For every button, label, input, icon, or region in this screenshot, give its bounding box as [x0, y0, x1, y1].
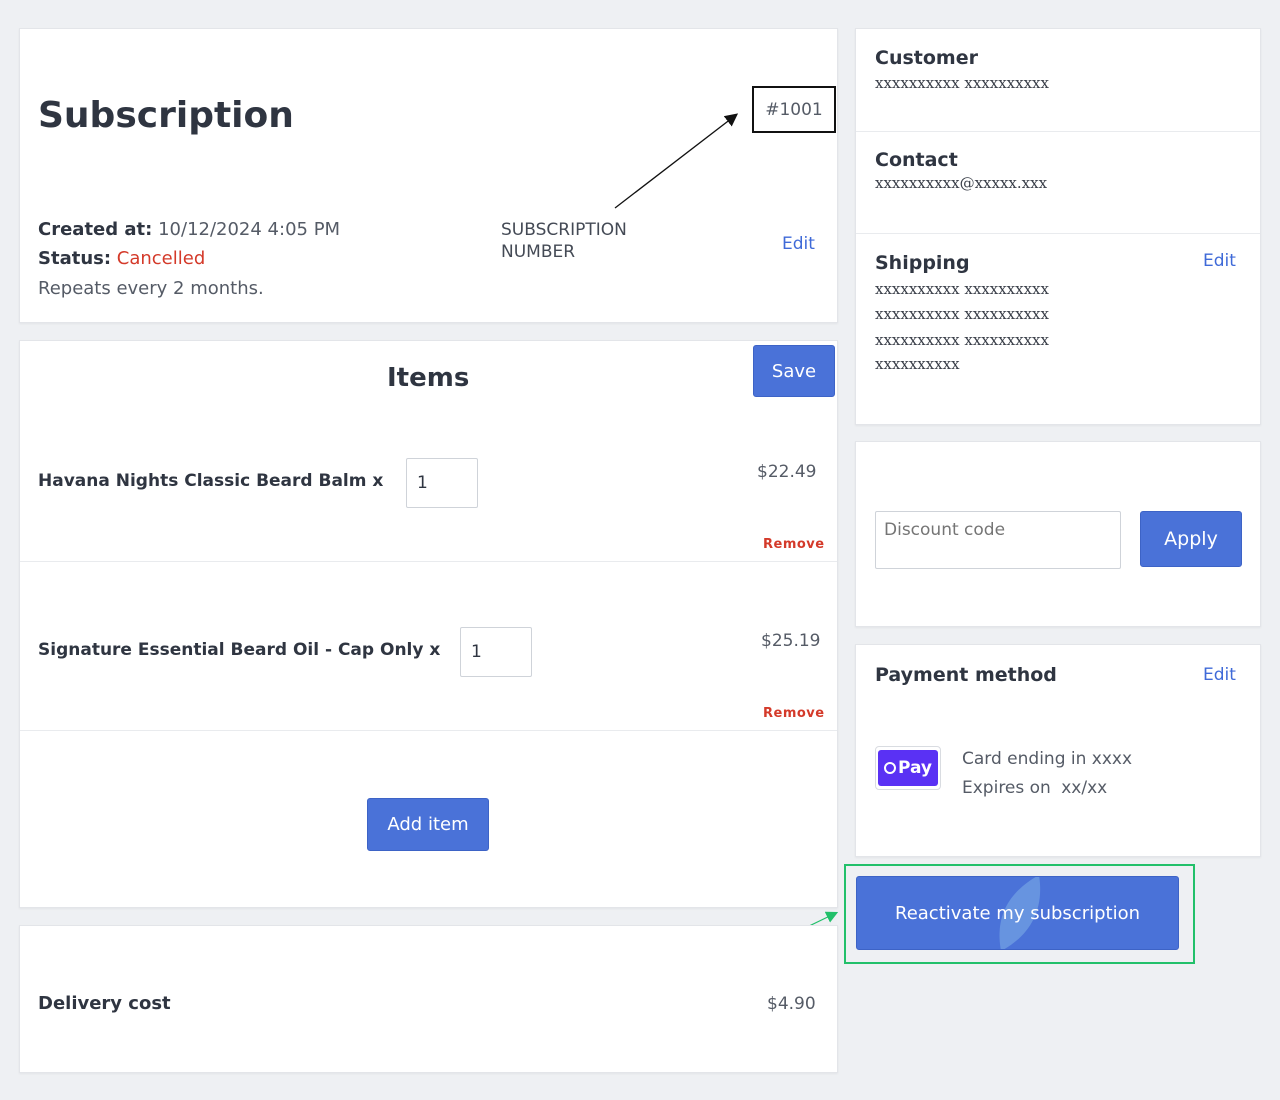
shipping-edit-link[interactable]: Edit: [1203, 251, 1236, 271]
discount-code-input[interactable]: [875, 511, 1121, 569]
shipping-line: xxxxxxxxxx xxxxxxxxxx: [875, 280, 1049, 298]
customer-divider: [856, 131, 1260, 132]
add-item-button[interactable]: Add item: [367, 798, 489, 851]
items-card: Items Save Havana Nights Classic Beard B…: [19, 340, 838, 908]
remove-item-link[interactable]: Remove: [763, 537, 825, 552]
remove-item-link[interactable]: Remove: [763, 706, 825, 721]
opay-ring-icon: [883, 762, 896, 774]
quantity-input[interactable]: [460, 627, 532, 677]
status-value: Cancelled: [116, 248, 206, 269]
customer-value: xxxxxxxxxx xxxxxxxxxx: [875, 74, 1049, 92]
subscription-edit-link[interactable]: Edit: [782, 234, 815, 254]
reactivate-label: Reactivate my subscription: [895, 902, 1140, 924]
card-ending-text: Card ending in xxxx: [962, 749, 1133, 769]
delivery-card: Delivery cost $4.90: [19, 925, 838, 1073]
shipping-line: xxxxxxxxxx: [875, 355, 960, 373]
expires-value: xx/xx: [1061, 778, 1108, 798]
contact-value: xxxxxxxxxx@xxxxx.xxx: [875, 174, 1048, 192]
created-at-value: 10/12/2024 4:05 PM: [158, 219, 341, 240]
subscription-card: Subscription #1001 SUBSCRIPTION NUMBER C…: [19, 28, 838, 323]
opay-badge: Pay: [878, 750, 938, 786]
shipping-line: xxxxxxxxxx xxxxxxxxxx: [875, 305, 1049, 323]
delivery-label: Delivery cost: [38, 993, 171, 1014]
item-divider: [20, 561, 837, 562]
opay-logo: Pay: [875, 746, 941, 790]
annotation-line-1: SUBSCRIPTION: [501, 220, 627, 240]
shipping-label: Shipping: [875, 252, 970, 274]
contact-label: Contact: [875, 149, 958, 171]
payment-card: Payment method Edit Pay Card ending in x…: [855, 644, 1261, 857]
item-price: $22.49: [757, 462, 817, 482]
reactivate-subscription-button[interactable]: Reactivate my subscription: [856, 876, 1179, 950]
apply-button[interactable]: Apply: [1140, 511, 1242, 567]
status-row: Status: Cancelled: [38, 248, 205, 269]
opay-brand-text: Pay: [897, 758, 933, 778]
item-name: Signature Essential Beard Oil - Cap Only…: [38, 640, 441, 660]
shipping-line: xxxxxxxxxx xxxxxxxxxx: [875, 331, 1049, 349]
subscription-number-annotation: SUBSCRIPTION NUMBER: [501, 219, 627, 263]
subscription-number-box: #1001: [752, 86, 836, 133]
annotation-line-2: NUMBER: [501, 242, 576, 262]
delivery-value: $4.90: [767, 994, 816, 1014]
items-title: Items: [387, 363, 470, 393]
save-button[interactable]: Save: [753, 345, 835, 397]
item-divider: [20, 730, 837, 731]
created-at-row: Created at: 10/12/2024 4:05 PM: [38, 219, 340, 240]
payment-label: Payment method: [875, 664, 1057, 686]
customer-label: Customer: [875, 47, 978, 69]
customer-info-card: Customer xxxxxxxxxx xxxxxxxxxx Contact x…: [855, 28, 1261, 425]
discount-card: Apply: [855, 441, 1261, 627]
card-expiry-row: Expires on xx/xx: [962, 778, 1107, 798]
expires-label: Expires on: [962, 778, 1051, 798]
subscription-number: #1001: [765, 99, 823, 120]
item-price: $25.19: [761, 631, 821, 651]
contact-divider: [856, 233, 1260, 234]
quantity-input[interactable]: [406, 458, 478, 508]
repeat-text: Repeats every 2 months.: [38, 278, 264, 299]
item-name: Havana Nights Classic Beard Balm x: [38, 471, 384, 491]
created-at-label: Created at:: [38, 219, 153, 240]
status-label: Status:: [38, 248, 112, 269]
page-title: Subscription: [38, 95, 294, 136]
payment-edit-link[interactable]: Edit: [1203, 665, 1236, 685]
